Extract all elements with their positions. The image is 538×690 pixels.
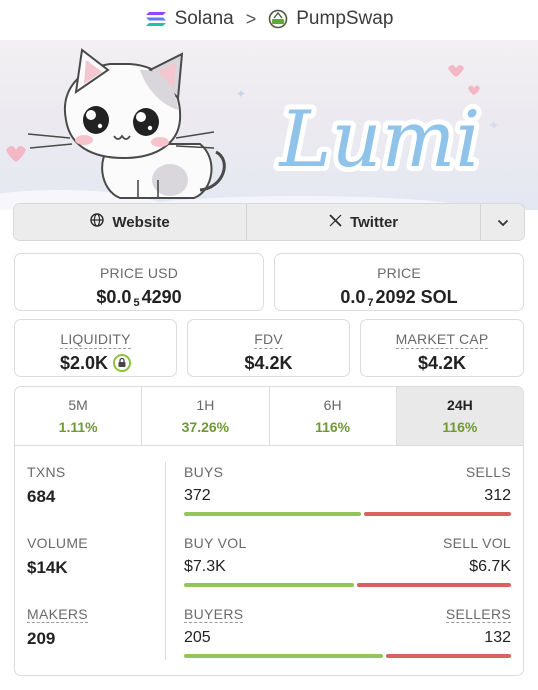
chevron-down-icon (497, 214, 509, 231)
price-usd-label: PRICE USD (99, 265, 179, 281)
globe-icon (90, 213, 105, 231)
liquidity-label: LIQUIDITY (60, 331, 131, 349)
breadcrumb-separator: > (245, 8, 257, 29)
buys-bar (184, 512, 361, 516)
txns-value: 684 (27, 487, 56, 506)
x-logo-icon (329, 213, 342, 231)
buy-volume-value: $7.3K (184, 558, 226, 575)
token-banner: ✦ ✦ ✦ Lumi Lumi (0, 40, 538, 210)
sells-value: 312 (484, 487, 511, 504)
solana-icon (145, 11, 167, 27)
market-cap-value: $4.2K (417, 353, 467, 373)
market-cap-label: MARKET CAP (395, 331, 489, 349)
tab-24h[interactable]: 24H 116% (396, 387, 523, 445)
txns-label: TXNS (27, 464, 66, 480)
sellers-bar (386, 654, 511, 658)
pumpswap-icon (268, 9, 288, 29)
trading-stats-panel: 5M 1.11% 1H 37.26% 6H 116% 24H 116% TXNS… (14, 386, 524, 676)
price-usd-card: PRICE USD $0.0 5 4290 (14, 253, 264, 311)
price-usd-value: $0.0 5 4290 (96, 287, 182, 309)
liquidity-value: $2.0K (59, 353, 109, 373)
sell-volume-label: SELL VOL (442, 535, 511, 551)
buys-label: BUYS (184, 464, 224, 480)
buy-volume-label: BUY VOL (184, 535, 247, 551)
volume-label: VOLUME (27, 535, 88, 551)
sellers-value: 132 (484, 629, 511, 646)
metrics-grid: TXNS 684 BUYS 372 SELLS 312 VOLUME $14K … (15, 446, 523, 675)
lock-icon[interactable] (113, 354, 132, 372)
tab-5m[interactable]: 5M 1.11% (15, 387, 143, 445)
fdv-card: FDV $4.2K (187, 319, 350, 377)
banner-title: Lumi (278, 95, 481, 185)
metrics-divider (165, 462, 166, 660)
fdv-value: $4.2K (244, 353, 293, 373)
makers-value: 209 (27, 629, 56, 648)
banner-illustration: ✦ ✦ ✦ Lumi Lumi (0, 48, 500, 210)
makers-label: MAKERS (27, 606, 88, 623)
website-button[interactable]: Website (14, 204, 248, 240)
timeframe-tabs: 5M 1.11% 1H 37.26% 6H 116% 24H 116% (15, 387, 523, 446)
buyers-bar (184, 654, 383, 658)
price-sol-label: PRICE (377, 265, 421, 281)
buyers-label: BUYERS (184, 606, 244, 623)
links-bar: Website Twitter (14, 204, 524, 240)
breadcrumb-chain[interactable]: Solana (175, 8, 234, 30)
tab-1h[interactable]: 1H 37.26% (142, 387, 270, 445)
sellers-label: SELLERS (445, 606, 511, 623)
breadcrumb: Solana > PumpSwap (0, 0, 538, 38)
svg-text:✦: ✦ (488, 118, 500, 134)
price-sol-value: 0.0 7 2092 SOL (340, 287, 458, 309)
cat-mascot (27, 48, 226, 199)
sells-label: SELLS (465, 464, 511, 480)
volume-value: $14K (27, 558, 68, 577)
buys-value: 372 (184, 487, 211, 504)
svg-text:✦: ✦ (236, 87, 246, 101)
sells-bar (364, 512, 511, 516)
price-sol-card: PRICE 0.0 7 2092 SOL (274, 253, 524, 311)
fdv-label: FDV (254, 331, 283, 349)
market-cap-card: MARKET CAP $4.2K (360, 319, 524, 377)
buyers-value: 205 (184, 629, 211, 646)
liquidity-card: LIQUIDITY $2.0K (14, 319, 177, 377)
twitter-button[interactable]: Twitter (247, 204, 482, 240)
website-label: Website (112, 213, 170, 231)
breadcrumb-dex[interactable]: PumpSwap (296, 8, 393, 30)
buy-volume-bar (184, 583, 354, 587)
tab-6h[interactable]: 6H 116% (270, 387, 397, 445)
twitter-label: Twitter (350, 213, 399, 231)
more-links-button[interactable] (481, 204, 524, 240)
sell-volume-value: $6.7K (469, 558, 511, 575)
sell-volume-bar (357, 583, 511, 587)
